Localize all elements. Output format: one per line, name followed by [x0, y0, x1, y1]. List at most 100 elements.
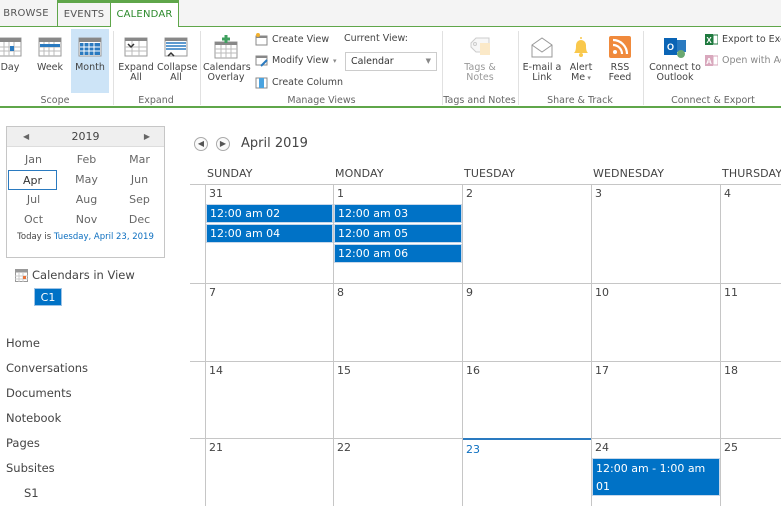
day-number[interactable]: 7 — [209, 286, 216, 299]
tab-browse[interactable]: BROWSE — [0, 0, 52, 27]
svg-text:X: X — [706, 36, 712, 45]
month-option-aug[interactable]: Aug — [60, 190, 113, 210]
export-excel-button[interactable]: X Export to Excel — [705, 33, 781, 46]
day-header-wednesday: WEDNESDAY — [593, 167, 665, 180]
calendars-in-view: Calendars in View — [15, 268, 135, 282]
envelope-icon — [531, 37, 553, 58]
day-number[interactable]: 2 — [466, 187, 473, 200]
nav-link-documents[interactable]: Documents — [6, 386, 72, 400]
day-number[interactable]: 3 — [595, 187, 602, 200]
grid-row-line — [190, 283, 781, 284]
month-option-apr[interactable]: Apr — [8, 170, 57, 190]
month-option-may[interactable]: May — [60, 170, 113, 190]
nav-link-pages[interactable]: Pages — [6, 436, 40, 450]
month-option-sep[interactable]: Sep — [113, 190, 166, 210]
day-number[interactable]: 14 — [209, 364, 223, 377]
day-number[interactable]: 15 — [337, 364, 351, 377]
group-divider — [442, 31, 443, 105]
month-option-jan[interactable]: Jan — [7, 150, 60, 170]
day-number[interactable]: 25 — [724, 441, 738, 454]
day-number[interactable]: 11 — [724, 286, 738, 299]
calendar-event[interactable]: 12:00 am 03 — [334, 204, 462, 223]
next-month-button[interactable]: ▶ — [216, 137, 230, 151]
day-number[interactable]: 9 — [466, 286, 473, 299]
day-number[interactable]: 24 — [595, 441, 609, 454]
calendars-overlay-button[interactable]: Calendars Overlay — [203, 29, 251, 91]
month-view-button[interactable]: Month — [71, 29, 109, 93]
calendar-event[interactable]: 12:00 am - 1:00 am 01 — [592, 458, 720, 496]
month-option-dec[interactable]: Dec — [113, 210, 166, 230]
day-header-monday: MONDAY — [335, 167, 384, 180]
nav-link-notebook[interactable]: Notebook — [6, 411, 61, 425]
group-label-manage-views: Manage Views — [287, 95, 356, 106]
collapse-all-button[interactable]: Collapse All — [157, 29, 197, 91]
day-number[interactable]: 1 — [337, 187, 344, 200]
nav-link-home[interactable]: Home — [6, 336, 40, 350]
tab-calendar[interactable]: CALENDAR — [110, 0, 179, 28]
rss-icon — [609, 36, 631, 58]
day-view-button[interactable]: Day — [0, 29, 24, 91]
calendar-event[interactable]: 12:00 am 06 — [334, 244, 462, 263]
create-view-button[interactable]: Create View — [255, 33, 329, 46]
calendar-event[interactable]: 12:00 am 04 — [206, 224, 333, 243]
day-number[interactable]: 21 — [209, 441, 223, 454]
bell-icon — [574, 37, 588, 57]
ribbon-tab-bar: BROWSE EVENTS CALENDAR — [0, 0, 781, 28]
month-option-nov[interactable]: Nov — [60, 210, 113, 230]
email-link-button[interactable]: E-mail a Link — [521, 29, 563, 91]
calendar-chip-c1[interactable]: C1 — [34, 288, 62, 306]
day-number[interactable]: 31 — [209, 187, 223, 200]
month-option-oct[interactable]: Oct — [7, 210, 60, 230]
month-option-jul[interactable]: Jul — [7, 190, 60, 210]
expand-all-button[interactable]: Expand All — [117, 29, 155, 91]
ribbon: Day Week Month Scope Expand All Collapse A… — [0, 27, 781, 108]
day-number[interactable]: 22 — [337, 441, 351, 454]
tags-notes-button[interactable]: Tags & Notes — [455, 29, 505, 91]
nav-link-conversations[interactable]: Conversations — [6, 361, 88, 375]
create-column-button[interactable]: Create Column — [255, 76, 343, 89]
modify-view-button[interactable]: Modify View ▾ — [255, 54, 337, 67]
day-number[interactable]: 10 — [595, 286, 609, 299]
group-label-scope: Scope — [40, 95, 70, 106]
grid-row-line — [190, 184, 781, 185]
excel-icon: X — [705, 34, 718, 45]
create-column-icon — [255, 77, 268, 89]
day-number[interactable]: 8 — [337, 286, 344, 299]
current-view-select[interactable]: Calendar ▼ — [345, 52, 437, 71]
open-access-button[interactable]: A Open with Access — [705, 54, 781, 67]
grid-row-line — [190, 361, 781, 362]
month-option-jun[interactable]: Jun — [113, 170, 166, 190]
day-number[interactable]: 4 — [724, 187, 731, 200]
day-number[interactable]: 16 — [466, 364, 480, 377]
rss-feed-button[interactable]: RSS Feed — [603, 29, 637, 91]
prev-month-button[interactable]: ◀ — [194, 137, 208, 151]
collapse-all-icon — [164, 37, 188, 57]
day-header-tuesday: TUESDAY — [464, 167, 516, 180]
connect-outlook-button[interactable]: O Connect to Outlook — [647, 29, 703, 91]
day-number[interactable]: 18 — [724, 364, 738, 377]
current-view-label: Current View: — [344, 33, 408, 44]
tab-events[interactable]: EVENTS — [57, 0, 111, 27]
picker-year: 2019 — [71, 130, 100, 143]
calendar-event[interactable]: 12:00 am 02 — [206, 204, 333, 223]
next-year-icon[interactable]: ▶ — [144, 127, 150, 147]
calendar-event[interactable]: 12:00 am 05 — [334, 224, 462, 243]
alert-me-button[interactable]: Alert Me ▾ — [565, 29, 597, 91]
month-view-icon — [78, 37, 102, 57]
month-option-feb[interactable]: Feb — [60, 150, 113, 170]
prev-year-icon[interactable]: ◀ — [23, 127, 29, 147]
month-option-mar[interactable]: Mar — [113, 150, 166, 170]
day-number[interactable]: 17 — [595, 364, 609, 377]
today-link[interactable]: Tuesday, April 23, 2019 — [54, 232, 154, 242]
day-header-thursday: THURSDAY — [722, 167, 781, 180]
calendar-month-title: April 2019 — [241, 136, 308, 151]
day-number[interactable]: 23 — [466, 443, 480, 456]
nav-link-subsites[interactable]: Subsites — [6, 461, 55, 475]
day-header-sunday: SUNDAY — [207, 167, 253, 180]
calendar-icon — [15, 268, 28, 282]
week-view-button[interactable]: Week — [34, 29, 66, 91]
group-label-share-track: Share & Track — [547, 95, 613, 106]
month-grid: Jan Feb Mar Apr May Jun Jul Aug Sep Oct Nov Dec — [7, 150, 164, 230]
nav-link-s1[interactable]: S1 — [24, 486, 39, 500]
group-divider — [113, 31, 114, 105]
